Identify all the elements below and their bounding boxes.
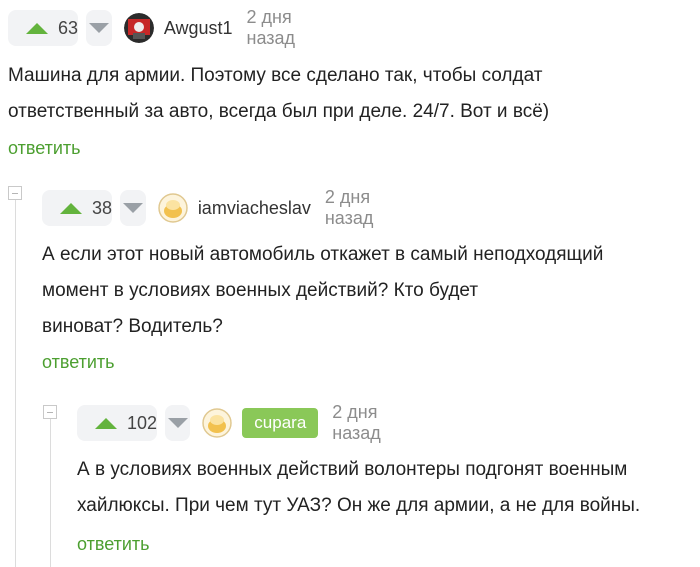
comment-text: А если этот новый автомобиль откажет в с…	[42, 237, 603, 345]
comment-header: 38 iamviacheslav 2 дня назад	[42, 187, 396, 228]
author-name[interactable]: Awgust1	[164, 18, 233, 39]
comment-text: А в условиях военных действий волонтеры …	[77, 452, 640, 524]
downvote-icon	[167, 418, 188, 428]
thread-line	[50, 419, 51, 567]
downvote-button[interactable]	[86, 10, 112, 46]
upvote-button[interactable]: 38	[42, 190, 113, 226]
thread-line	[15, 200, 16, 567]
comment-line: виноват? Водитель?	[42, 316, 223, 337]
comment-time: 2 дня назад	[246, 7, 296, 48]
downvote-icon	[122, 203, 143, 213]
comment-rating: 38	[92, 197, 113, 218]
downvote-icon	[88, 23, 109, 33]
upvote-icon	[60, 202, 82, 214]
avatar[interactable]	[202, 408, 233, 438]
upvote-button[interactable]: 102	[77, 405, 158, 441]
comment-rating: 102	[127, 412, 158, 433]
comment-header: 102 cupara 2 дня назад	[77, 402, 402, 443]
comment-line: А в условиях военных действий волонтеры …	[77, 459, 628, 480]
reply-link[interactable]: ответить	[42, 352, 115, 373]
upvote-icon	[26, 22, 48, 34]
reply-link[interactable]: ответить	[77, 534, 150, 555]
author-name[interactable]: iamviacheslav	[198, 198, 311, 219]
comment-line: ответственный за авто, всегда был при де…	[8, 101, 550, 122]
collapse-thread-button[interactable]	[43, 405, 57, 419]
author-name[interactable]: cupara	[242, 408, 319, 438]
comment-text: Машина для армии. Поэтому все сделано та…	[8, 58, 549, 130]
downvote-button[interactable]	[120, 190, 146, 226]
reply-link[interactable]: ответить	[8, 138, 81, 159]
upvote-icon	[95, 417, 117, 429]
comment-line: момент в условиях военных действий? Кто …	[42, 280, 479, 301]
upvote-button[interactable]: 63	[8, 10, 79, 46]
avatar[interactable]	[158, 193, 188, 223]
avatar[interactable]	[123, 13, 154, 43]
downvote-button[interactable]	[165, 405, 191, 441]
comment-time: 2 дня назад	[332, 402, 381, 443]
comment-header: 63 Awgust1 2 дня назад	[8, 7, 317, 48]
collapse-thread-button[interactable]	[8, 186, 22, 200]
comment-line: Машина для армии. Поэтому все сделано та…	[8, 65, 543, 86]
comment-rating: 63	[58, 17, 79, 38]
comment-line: хайлюксы. При чем тут УАЗ? Он же для арм…	[77, 495, 641, 516]
comment-time: 2 дня назад	[324, 187, 374, 228]
comment-line: А если этот новый автомобиль откажет в с…	[42, 244, 604, 265]
